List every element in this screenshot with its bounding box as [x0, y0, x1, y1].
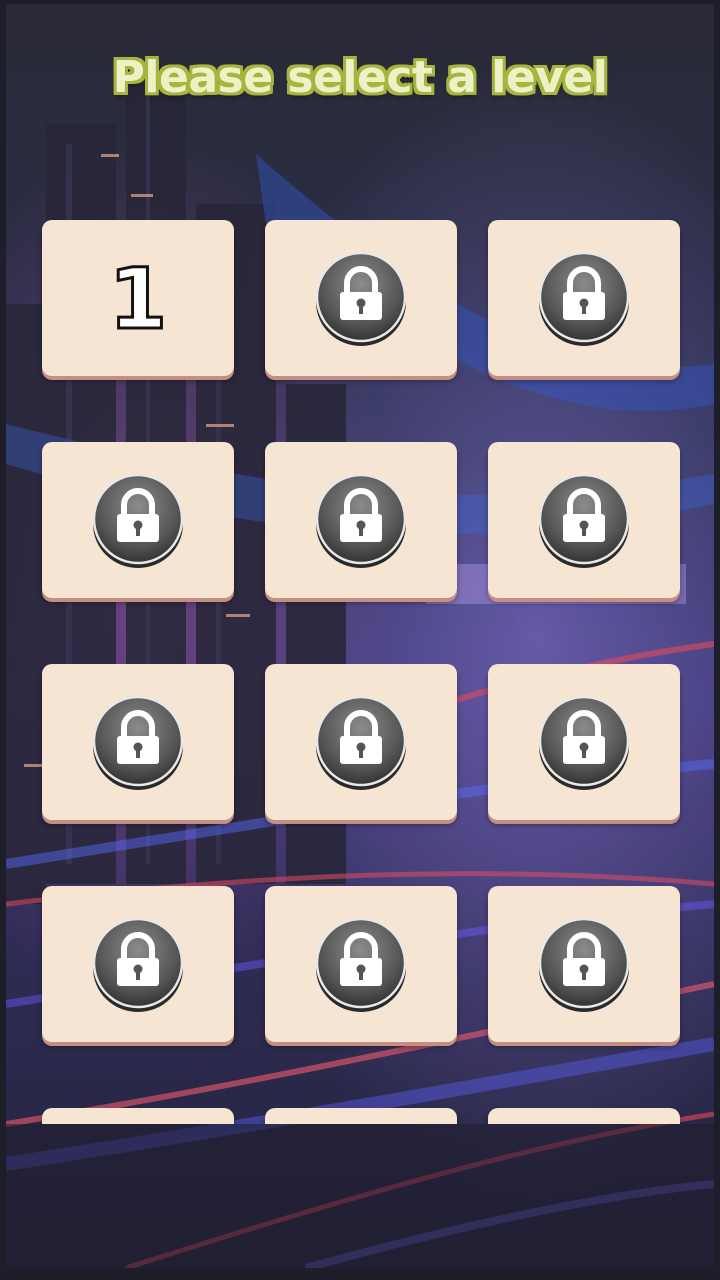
- lock-icon: [314, 250, 408, 346]
- level-number: 1: [107, 250, 168, 348]
- level-tile-locked[interactable]: [265, 664, 457, 820]
- lock-icon: [91, 916, 185, 1012]
- lock-icon: [314, 472, 408, 568]
- level-tile-locked[interactable]: [42, 664, 234, 820]
- page-title: Please select a level: [112, 52, 608, 103]
- level-tile-locked[interactable]: [488, 886, 680, 1042]
- level-tile-locked[interactable]: [265, 220, 457, 376]
- lock-icon: [314, 916, 408, 1012]
- lock-icon: [314, 694, 408, 790]
- level-tile-locked[interactable]: [42, 1108, 234, 1124]
- level-tile-locked[interactable]: [488, 1108, 680, 1124]
- level-tile-locked[interactable]: [488, 442, 680, 598]
- level-tile-locked[interactable]: [42, 442, 234, 598]
- lock-icon: [537, 694, 631, 790]
- level-tile-locked[interactable]: [488, 220, 680, 376]
- level-tile-locked[interactable]: [265, 442, 457, 598]
- level-tile-locked[interactable]: [265, 886, 457, 1042]
- level-tile-locked[interactable]: [265, 1108, 457, 1124]
- level-tile-locked[interactable]: [488, 664, 680, 820]
- level-grid-scroll-area[interactable]: 1: [6, 214, 714, 1124]
- level-select-panel: Please select a level 1: [6, 4, 714, 1268]
- lock-icon: [91, 694, 185, 790]
- level-tile-unlocked[interactable]: 1: [42, 220, 234, 376]
- game-screen: Please select a level 1: [0, 0, 720, 1280]
- level-tile-locked[interactable]: [42, 886, 234, 1042]
- level-grid: 1: [42, 220, 680, 1124]
- lock-icon: [537, 472, 631, 568]
- lock-icon: [537, 250, 631, 346]
- lock-icon: [537, 916, 631, 1012]
- lock-icon: [91, 472, 185, 568]
